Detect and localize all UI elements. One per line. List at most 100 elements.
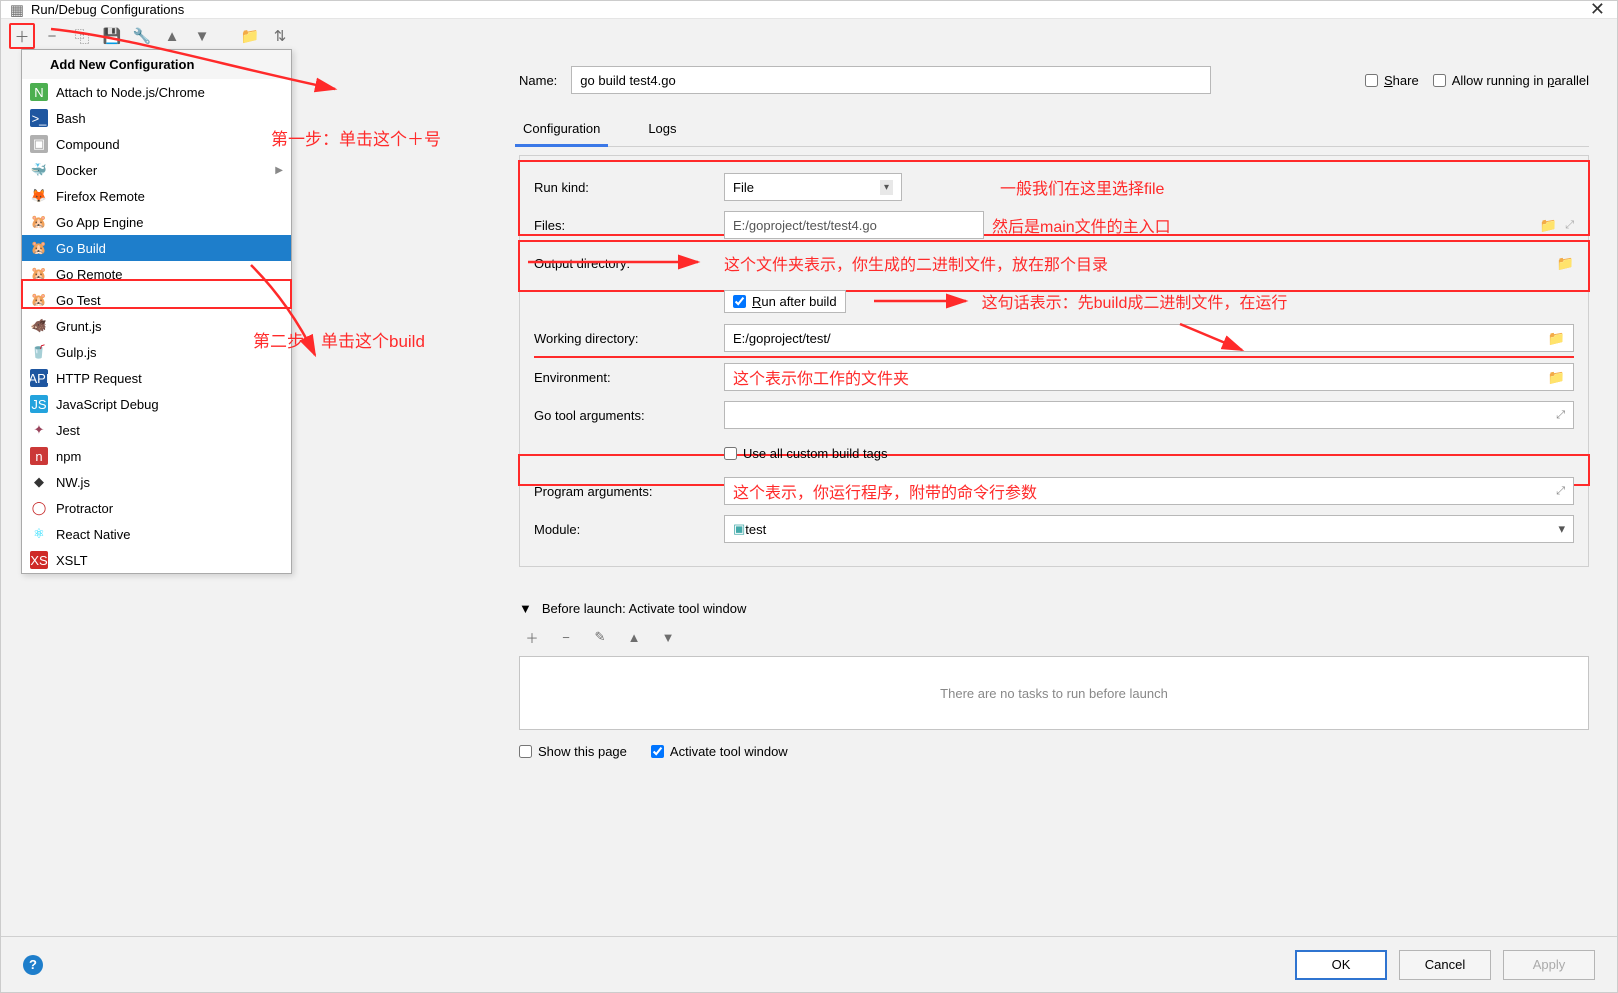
popup-item-protractor[interactable]: ◯Protractor bbox=[22, 495, 291, 521]
expand-icon[interactable]: ⤢ bbox=[1556, 485, 1565, 498]
popup-item-http-request[interactable]: APIHTTP Request bbox=[22, 365, 291, 391]
popup-item-label: Go Test bbox=[56, 293, 101, 308]
popup-item-label: npm bbox=[56, 449, 81, 464]
popup-item-gulp-js[interactable]: 🥤Gulp.js bbox=[22, 339, 291, 365]
cancel-button[interactable]: Cancel bbox=[1399, 950, 1491, 980]
popup-item-grunt-js[interactable]: 🐗Grunt.js bbox=[22, 313, 291, 339]
chevron-right-icon: ▶ bbox=[275, 165, 283, 176]
config-type-icon: ◯ bbox=[30, 499, 48, 517]
popup-item-javascript-debug[interactable]: JS JavaScript Debug bbox=[22, 391, 291, 417]
config-type-icon: ⚛ bbox=[30, 525, 48, 543]
browse-icon[interactable]: 📁 bbox=[1540, 217, 1557, 234]
config-form: Run kind: File▾ 一般我们在这里选择file Files: E:/… bbox=[519, 155, 1589, 567]
popup-item-label: XSLT bbox=[56, 553, 88, 568]
edit-task-button[interactable]: ✎ bbox=[587, 624, 613, 650]
workdir-input[interactable]: E:/goproject/test/📁 bbox=[724, 324, 1574, 352]
progargs-input[interactable]: 这个表示，你运行程序，附带的命令行参数 ⤢ bbox=[724, 477, 1574, 505]
popup-item-go-test[interactable]: 🐹Go Test bbox=[22, 287, 291, 313]
goargs-input[interactable]: ⤢ bbox=[724, 401, 1574, 429]
add-button[interactable]: ＋ bbox=[9, 23, 35, 49]
annotation-runkind: 一般我们在这里选择file bbox=[1000, 175, 1164, 199]
popup-item-go-app-engine[interactable]: 🐹Go App Engine bbox=[22, 209, 291, 235]
outdir-label: Output directory: bbox=[534, 256, 712, 271]
env-input[interactable]: 这个表示你工作的文件夹📁 bbox=[724, 363, 1574, 391]
runkind-select[interactable]: File▾ bbox=[724, 173, 902, 201]
sort-button[interactable]: ⇅ bbox=[267, 23, 293, 49]
config-type-icon: JS bbox=[30, 395, 48, 413]
up-task-button[interactable]: ▲ bbox=[621, 624, 647, 650]
down-task-button[interactable]: ▼ bbox=[655, 624, 681, 650]
module-label: Module: bbox=[534, 522, 712, 537]
expand-icon[interactable]: ⤢ bbox=[1565, 219, 1574, 232]
browse-icon[interactable]: 📁 bbox=[1548, 369, 1565, 386]
popup-item-nw-js[interactable]: ◆NW.js bbox=[22, 469, 291, 495]
popup-item-bash[interactable]: >_Bash bbox=[22, 105, 291, 131]
expand-icon[interactable]: ⤢ bbox=[1556, 409, 1565, 422]
save-button[interactable]: 💾 bbox=[99, 23, 125, 49]
config-type-icon: API bbox=[30, 369, 48, 387]
add-task-button[interactable]: ＋ bbox=[519, 624, 545, 650]
annotation-runafter: 这句话表示：先build成二进制文件，在运行 bbox=[982, 289, 1288, 313]
collapse-icon[interactable]: ▼ bbox=[519, 601, 532, 616]
popup-item-attach-to-node-js-chrome[interactable]: NAttach to Node.js/Chrome bbox=[22, 79, 291, 105]
files-input[interactable]: E:/goproject/test/test4.go bbox=[724, 211, 984, 239]
config-type-icon: XS bbox=[30, 551, 48, 569]
apply-button[interactable]: Apply bbox=[1503, 950, 1595, 980]
up-button[interactable]: ▲ bbox=[159, 23, 185, 49]
remove-button[interactable]: − bbox=[39, 23, 65, 49]
activate-window-checkbox[interactable]: Activate tool window bbox=[651, 744, 788, 759]
copy-button[interactable]: ⿻ bbox=[69, 23, 95, 49]
close-icon[interactable]: ✕ bbox=[1590, 0, 1605, 20]
runkind-label: Run kind: bbox=[534, 180, 712, 195]
sidebar: Add New Configuration NAttach to Node.js… bbox=[1, 53, 491, 936]
ok-button[interactable]: OK bbox=[1295, 950, 1387, 980]
help-icon[interactable]: ? bbox=[23, 955, 43, 975]
tabs: Configuration Logs bbox=[519, 113, 1589, 147]
right-panel: Name: SSharehare Allow running in parall… bbox=[491, 53, 1617, 936]
name-input[interactable] bbox=[571, 66, 1211, 94]
browse-icon[interactable]: 📁 bbox=[1557, 255, 1574, 272]
files-label: Files: bbox=[534, 218, 712, 233]
run-after-build-checkbox[interactable]: Run after build bbox=[724, 290, 846, 313]
config-type-icon: 🐹 bbox=[30, 265, 48, 283]
workdir-label: Working directory: bbox=[534, 331, 712, 346]
goargs-label: Go tool arguments: bbox=[534, 408, 712, 423]
popup-item-jest[interactable]: ✦Jest bbox=[22, 417, 291, 443]
popup-item-xslt[interactable]: XS XSLT bbox=[22, 547, 291, 573]
popup-item-label: Go App Engine bbox=[56, 215, 143, 230]
popup-item-react-native[interactable]: ⚛React Native bbox=[22, 521, 291, 547]
popup-item-label: JavaScript Debug bbox=[56, 397, 159, 412]
config-type-icon: N bbox=[30, 83, 48, 101]
down-button[interactable]: ▼ bbox=[189, 23, 215, 49]
before-launch-section: ▼Before launch: Activate tool window ＋ −… bbox=[519, 601, 1589, 759]
dialog-footer: ? OK Cancel Apply bbox=[1, 936, 1617, 992]
popup-item-label: Docker bbox=[56, 163, 97, 178]
remove-task-button[interactable]: − bbox=[553, 624, 579, 650]
popup-item-docker[interactable]: 🐳 Docker ▶ bbox=[22, 157, 291, 183]
popup-item-firefox-remote[interactable]: 🦊Firefox Remote bbox=[22, 183, 291, 209]
app-icon: ▦ bbox=[9, 2, 25, 18]
custom-tags-checkbox[interactable]: Use all custom build tags bbox=[724, 446, 888, 461]
share-checkbox[interactable]: SSharehare bbox=[1365, 73, 1419, 88]
module-select[interactable]: ▣ test▾ bbox=[724, 515, 1574, 543]
parallel-checkbox[interactable]: Allow running in parallel bbox=[1433, 73, 1589, 88]
tasks-empty: There are no tasks to run before launch bbox=[519, 656, 1589, 730]
popup-item-compound[interactable]: ▣Compound bbox=[22, 131, 291, 157]
popup-item-go-build[interactable]: 🐹Go Build bbox=[22, 235, 291, 261]
folder-button[interactable]: 📁 bbox=[237, 23, 263, 49]
config-type-icon: ✦ bbox=[30, 421, 48, 439]
popup-item-go-remote[interactable]: 🐹Go Remote bbox=[22, 261, 291, 287]
show-page-checkbox[interactable]: Show this page bbox=[519, 744, 627, 759]
config-type-icon: 🐳 bbox=[30, 161, 48, 179]
progargs-label: Program arguments: bbox=[534, 484, 712, 499]
annotation-progargs: 这个表示，你运行程序，附带的命令行参数 bbox=[733, 479, 1037, 503]
config-type-icon: n bbox=[30, 447, 48, 465]
tab-logs[interactable]: Logs bbox=[644, 113, 680, 146]
name-label: Name: bbox=[519, 73, 557, 88]
popup-item-label: Bash bbox=[56, 111, 86, 126]
browse-icon[interactable]: 📁 bbox=[1548, 330, 1565, 347]
settings-button[interactable]: 🔧 bbox=[129, 23, 155, 49]
tab-configuration[interactable]: Configuration bbox=[519, 113, 604, 146]
config-type-icon: ▣ bbox=[30, 135, 48, 153]
popup-item-npm[interactable]: nnpm bbox=[22, 443, 291, 469]
